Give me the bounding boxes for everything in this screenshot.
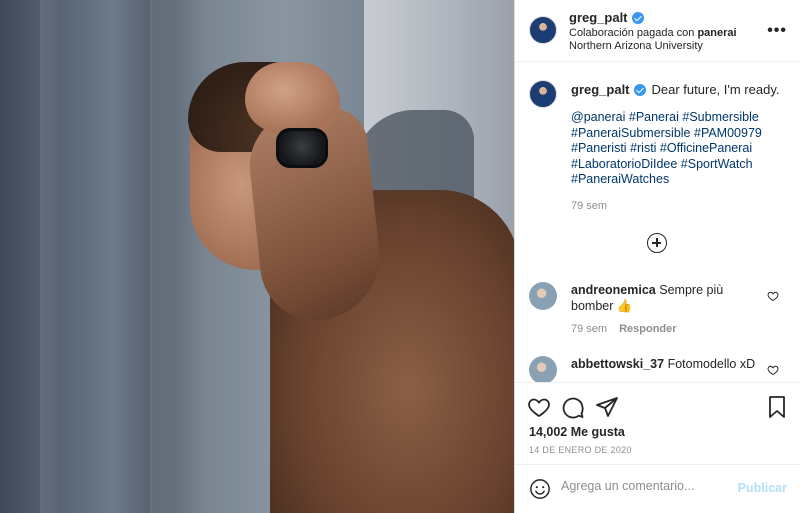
heart-icon[interactable]	[767, 364, 779, 376]
photo-watch	[276, 128, 328, 168]
comment-bubble-icon[interactable]	[561, 395, 585, 419]
username-text[interactable]: greg_palt	[569, 10, 628, 25]
paid-partnership-label: Colaboración pagada con	[569, 27, 695, 39]
avatar[interactable]	[529, 282, 557, 310]
verified-badge-icon	[631, 11, 644, 24]
share-paper-plane-icon[interactable]	[595, 395, 619, 419]
caption-time[interactable]: 79 sem	[571, 200, 607, 212]
comment-body: abbettowski_37 Fotomodello xD	[571, 356, 761, 372]
plus-circle-icon[interactable]	[647, 233, 667, 253]
caption-line: greg_palt Dear future, I'm ready.	[571, 82, 779, 97]
sponsor-link[interactable]: panerai	[697, 27, 736, 39]
tag-line[interactable]: @panerai #Panerai #Submersible	[571, 110, 771, 126]
comment-time[interactable]: 79 sem	[571, 323, 607, 335]
comment-meta: 79 sem Responder	[571, 323, 677, 335]
avatar[interactable]	[529, 80, 557, 108]
post-header: greg_palt Colaboración pagada con panera…	[515, 0, 800, 62]
tag-line[interactable]: #Paneristi #risti #OfficinePanerai	[571, 141, 771, 157]
heart-icon[interactable]	[767, 290, 779, 302]
post-date[interactable]: 14 DE ENERO DE 2020	[529, 445, 632, 455]
avatar[interactable]	[529, 356, 557, 382]
comment-username[interactable]: abbettowski_37	[571, 357, 664, 371]
post-actions: 14,002 Me gusta 14 DE ENERO DE 2020	[515, 382, 800, 464]
caption-username[interactable]: greg_palt	[571, 82, 630, 97]
photo-pillar	[40, 0, 58, 513]
caption-text: Dear future, I'm ready.	[651, 82, 780, 97]
photo-hand	[245, 62, 340, 132]
add-comment-bar: Publicar	[515, 464, 800, 513]
tag-line[interactable]: #LaboratorioDiIdee #SportWatch	[571, 157, 771, 173]
caption-tags: @panerai #Panerai #Submersible #PaneraiS…	[571, 110, 771, 188]
comment-body: andreonemica Sempre più bomber 👍	[571, 282, 761, 314]
like-heart-icon[interactable]	[527, 395, 551, 419]
reply-button[interactable]: Responder	[619, 323, 676, 335]
header-username[interactable]: greg_palt	[569, 10, 644, 25]
more-dots-icon[interactable]: •••	[767, 22, 787, 40]
post-panel: greg_palt Colaboración pagada con panera…	[514, 0, 800, 513]
paid-partnership: Colaboración pagada con panerai	[569, 27, 737, 39]
comments-section[interactable]: greg_palt Dear future, I'm ready. @paner…	[515, 62, 800, 382]
avatar[interactable]	[529, 16, 557, 44]
likes-count[interactable]: 14,002 Me gusta	[529, 425, 625, 439]
tag-line[interactable]: #PaneraiSubmersible #PAM00979	[571, 126, 771, 142]
bookmark-icon[interactable]	[765, 395, 789, 419]
verified-badge-icon	[633, 83, 646, 96]
emoji-smiley-icon[interactable]	[529, 478, 551, 500]
comment-input[interactable]	[561, 479, 741, 493]
photo-pillar	[150, 0, 172, 513]
post-photo[interactable]	[0, 0, 514, 513]
tag-line[interactable]: #PaneraiWatches	[571, 172, 771, 188]
publish-button[interactable]: Publicar	[738, 481, 787, 495]
comment-text: Fotomodello xD	[667, 357, 756, 371]
comment-username[interactable]: andreonemica	[571, 283, 656, 297]
location-link[interactable]: Northern Arizona University	[569, 40, 703, 52]
